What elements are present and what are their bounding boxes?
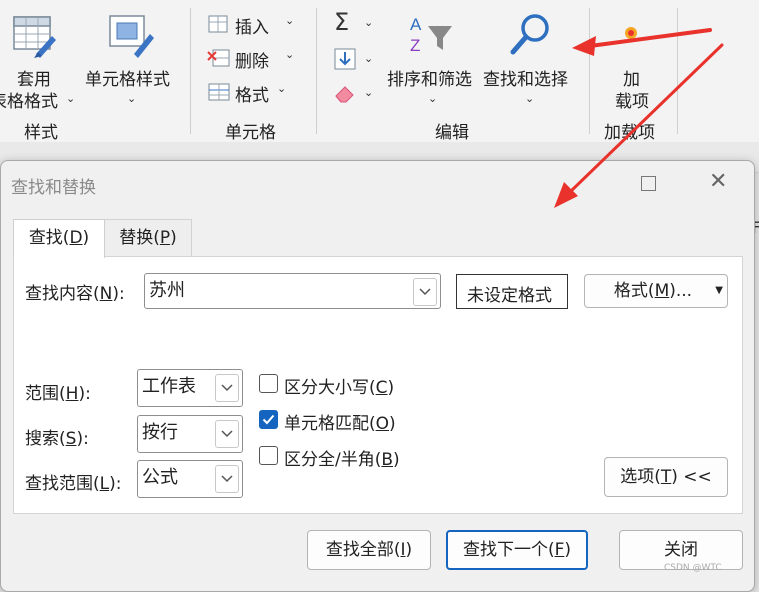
- tab-find-label: 查找(D): [28, 228, 90, 248]
- tab-find[interactable]: 查找(D): [13, 219, 105, 258]
- annotation-arrows: [554, 28, 724, 208]
- watermark: CSDN @WTC: [664, 563, 722, 573]
